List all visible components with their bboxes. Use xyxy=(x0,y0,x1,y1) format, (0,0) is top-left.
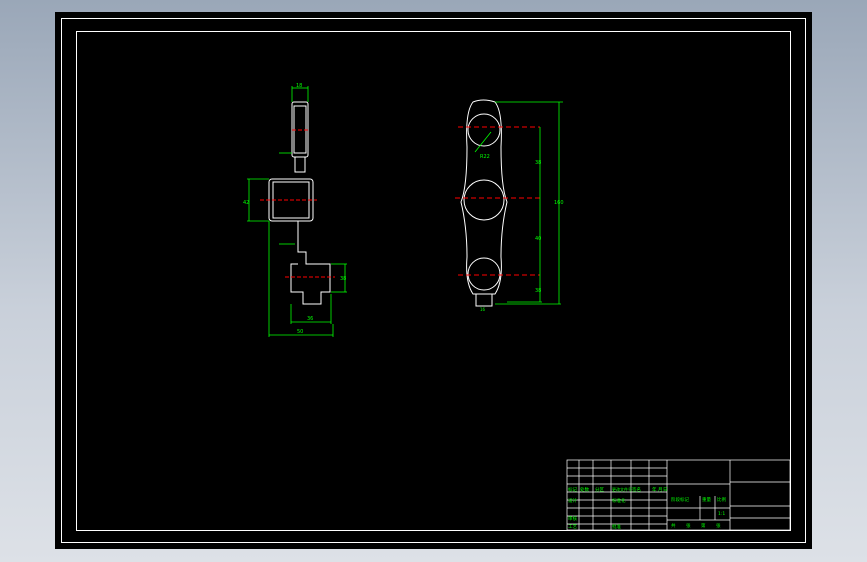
side-view-dimensions xyxy=(247,86,347,337)
tb-sheet-total: 共 xyxy=(671,522,676,529)
dim-lower-span: 40 xyxy=(535,236,541,242)
tb-process: 工艺 xyxy=(568,524,577,530)
tb-sheet-unit: 张 xyxy=(716,522,721,529)
front-view-dimensions xyxy=(474,101,563,305)
side-view xyxy=(260,101,335,305)
front-view xyxy=(455,99,540,307)
dim-inner-width: 36 xyxy=(307,316,313,322)
tb-count: 处数 xyxy=(580,486,589,493)
dim-overall-length: 160 xyxy=(554,200,564,206)
dim-overall-width: 50 xyxy=(297,329,303,335)
dim-top-width: 18 xyxy=(296,83,302,89)
dim-foot-height: 38 xyxy=(340,276,346,282)
tb-zone: 分区 xyxy=(595,486,604,493)
dim-upper-span: 38 xyxy=(535,160,541,166)
dimension-labels: 18 42 38 36 50 R22 38 40 38 160 16 xyxy=(243,83,564,335)
tb-reviewer: 审核 xyxy=(568,515,577,522)
tb-change-doc: 更改文件号 xyxy=(612,486,632,492)
dim-hub-height: 42 xyxy=(243,200,249,206)
tb-sheet-of: 张 xyxy=(686,522,691,529)
inner-border xyxy=(76,31,791,531)
cad-viewport[interactable]: 18 42 38 36 50 R22 38 40 38 160 16 标记 处数… xyxy=(55,12,812,549)
tb-mark: 标记 xyxy=(568,486,577,493)
tb-ratio: 比例 xyxy=(717,496,726,503)
tb-month: 月 xyxy=(658,487,663,493)
tb-approve: 批准 xyxy=(612,523,621,530)
dim-radius: R22 xyxy=(480,154,490,160)
tb-scale-value: 1:1 xyxy=(718,511,725,517)
tb-stage-mark: 阶段标记 xyxy=(671,496,689,503)
tb-day: 日 xyxy=(663,487,668,493)
tb-designer: 设计 xyxy=(568,497,577,504)
tb-standardize: 标准化 xyxy=(612,497,626,504)
drawing-sheet: 18 42 38 36 50 R22 38 40 38 160 16 标记 处数… xyxy=(61,18,806,543)
title-block xyxy=(566,459,791,531)
tb-year: 年 xyxy=(652,486,657,493)
tb-sheet-no: 第 xyxy=(701,522,706,529)
dim-foot-span: 38 xyxy=(535,288,541,294)
tb-signature: 签名 xyxy=(632,486,641,493)
tb-weight: 重量 xyxy=(702,496,711,503)
outer-border xyxy=(61,18,806,543)
dim-stub: 16 xyxy=(480,307,486,312)
